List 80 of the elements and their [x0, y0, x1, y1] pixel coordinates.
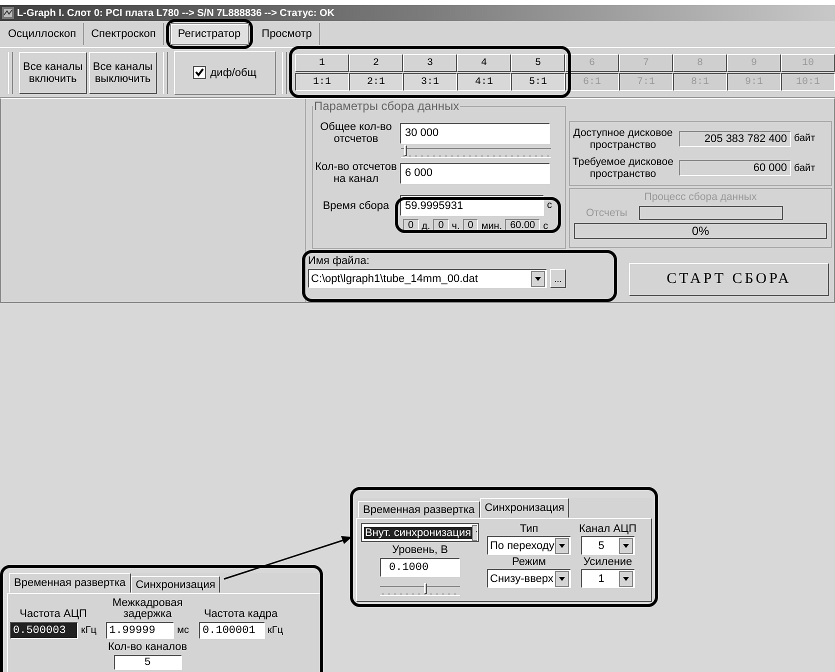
unit-label: кГц — [81, 625, 97, 636]
dropdown-icon — [618, 538, 633, 554]
dropdown-icon — [531, 270, 546, 286]
toolbar-button[interactable]: Все каналы выключить — [88, 52, 157, 94]
duration-value: 0 — [462, 219, 478, 233]
channel-toggle[interactable]: 2 — [349, 54, 404, 72]
dropdown-icon — [555, 570, 569, 586]
unit-label: мин. — [481, 220, 502, 232]
browse-button[interactable]: ... — [550, 269, 566, 288]
dropdown[interactable]: По переходу — [487, 536, 571, 555]
tab[interactable]: Спектроскоп — [84, 23, 164, 45]
unit-label: мс — [177, 625, 189, 636]
channel-gain[interactable]: 3:1 — [403, 73, 458, 91]
checkbox[interactable] — [193, 66, 206, 79]
tab[interactable]: Синхронизация — [480, 498, 570, 518]
channel-toggle[interactable]: 5 — [511, 54, 566, 72]
field-label: Усиление — [583, 556, 632, 568]
field-label: Канал АЦП — [579, 523, 637, 535]
channel-toggle[interactable]: 4 — [457, 54, 512, 72]
unit-label: байт — [794, 133, 816, 144]
field-label: Общее кол-во отсчетов — [319, 121, 393, 145]
field-label: Кол-во отсчетов на канал — [315, 161, 397, 185]
channel-toggle[interactable]: 3 — [403, 54, 458, 72]
field-label: Межкадровая задержка — [111, 598, 184, 620]
panel-title: Процесс сбора данных — [644, 191, 757, 203]
window-title: L-Graph I. Слот 0: PCI плата L780 --> S/N 7L888836 --> Статус: OK — [17, 8, 334, 18]
duration-value: 60.00 — [505, 219, 540, 233]
input-field[interactable]: 30 000 — [400, 122, 550, 144]
input-field[interactable]: 5 — [114, 655, 182, 670]
field-label: Имя файла: — [308, 255, 370, 267]
field-label: Время сбора — [322, 200, 390, 212]
slider[interactable] — [401, 145, 551, 157]
tab[interactable]: Осциллоскоп — [1, 23, 84, 45]
dropdown[interactable]: 5 — [580, 536, 635, 555]
file-combo[interactable]: C:\opt\lgraph1\tube_14mm_00.dat — [308, 269, 548, 288]
input-field[interactable]: 6 000 — [400, 162, 550, 184]
channel-toggle[interactable]: 1 — [295, 54, 350, 72]
input-field[interactable]: 0.100001 — [198, 622, 265, 639]
unit-label: байт — [794, 162, 816, 174]
progress-percent: 0% — [690, 224, 710, 238]
tab[interactable]: Регистратор — [170, 23, 249, 45]
input-field[interactable]: 1.99999 — [106, 622, 174, 639]
field-label: Режим — [512, 556, 546, 568]
tab[interactable]: Временная развертка — [358, 501, 480, 518]
tab[interactable]: Синхронизация — [130, 576, 220, 593]
group-title: Параметры сбора данных — [313, 99, 460, 113]
tab[interactable]: Просмотр — [254, 23, 320, 45]
channel-gain[interactable]: 1:1 — [295, 73, 350, 91]
unit-label: кГц — [268, 625, 284, 636]
dropdown[interactable]: Внут. синхронизация — [361, 523, 479, 542]
unit-label: с — [547, 200, 552, 211]
channel-gain[interactable]: 5:1 — [511, 73, 566, 91]
toolbar-button[interactable]: Все каналы включить — [18, 52, 87, 94]
dropdown[interactable]: Снизу-вверх — [487, 569, 571, 588]
dropdown-icon — [618, 570, 633, 586]
field-label: Частота кадра — [204, 608, 278, 620]
checkbox-label: диф/общ — [210, 66, 256, 78]
dropdown-icon — [472, 524, 477, 540]
field-label: Требуемое дисковое пространство — [572, 156, 674, 180]
unit-label: с — [543, 220, 548, 232]
field-label: Доступное дисковое пространство — [572, 126, 674, 151]
start-button[interactable]: СТАРТ СБОРА — [629, 263, 829, 296]
field-label: Кол-во каналов — [108, 641, 188, 653]
field-label: Тип — [520, 523, 538, 535]
channel-gain[interactable]: 4:1 — [457, 73, 512, 91]
disk-value: 205 383 782 400 — [679, 130, 791, 147]
field-label: Частота АЦП — [20, 608, 87, 620]
input-field[interactable]: 0.500003 — [10, 622, 78, 639]
duration-value: 0 — [403, 219, 419, 233]
input-field[interactable]: 0.1000 — [380, 558, 460, 577]
duration-value: 0 — [433, 219, 449, 233]
channel-gain[interactable]: 2:1 — [349, 73, 404, 91]
disk-value: 60 000 — [679, 160, 791, 176]
unit-label: ч. — [452, 220, 460, 232]
field-label: Отсчеты — [586, 207, 628, 219]
app-icon — [2, 7, 14, 19]
dropdown-icon — [555, 538, 569, 554]
tab[interactable]: Временная развертка — [9, 573, 131, 593]
dropdown[interactable]: 1 — [580, 569, 635, 588]
field-label: Уровень, В — [392, 544, 448, 556]
